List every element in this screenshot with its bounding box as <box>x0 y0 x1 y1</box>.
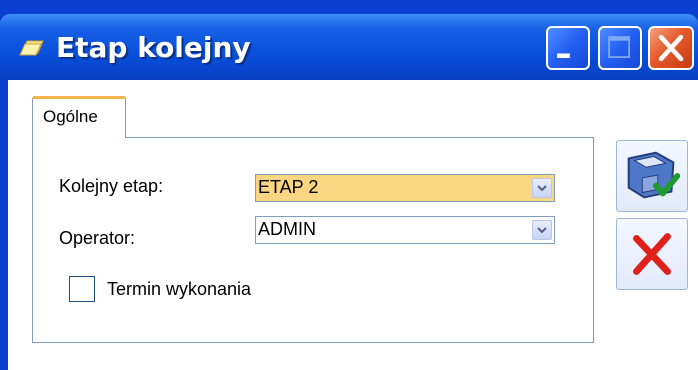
save-icon <box>627 151 681 199</box>
next-stage-combo[interactable]: ETAP 2 <box>255 174 555 202</box>
minimize-button[interactable] <box>546 26 590 70</box>
maximize-icon <box>608 36 630 58</box>
next-stage-value: ETAP 2 <box>258 177 319 197</box>
operator-combo[interactable]: ADMIN <box>255 216 555 244</box>
close-icon <box>658 34 684 62</box>
chevron-down-icon <box>537 227 547 234</box>
close-button[interactable] <box>648 26 694 70</box>
minimize-icon <box>557 53 570 58</box>
chevron-down-icon <box>537 185 547 192</box>
folder-icon <box>18 36 44 58</box>
cancel-icon <box>633 233 671 275</box>
deadline-label[interactable]: Termin wykonania <box>107 279 251 300</box>
operator-dropdown-button[interactable] <box>532 220 552 240</box>
next-stage-label: Kolejny etap: <box>59 176 164 196</box>
title-bar[interactable]: Etap kolejny <box>0 14 698 80</box>
next-stage-dropdown-button[interactable] <box>532 178 552 198</box>
deadline-checkbox[interactable] <box>69 276 95 302</box>
tab-panel-general: Kolejny etap: ETAP 2 Operator: ADMIN Ter… <box>32 137 594 343</box>
cancel-button[interactable] <box>616 218 688 290</box>
dialog-window: Etap kolejny Ogólne Kolejny etap: ETAP 2… <box>0 0 698 370</box>
dialog-client-area: Ogólne Kolejny etap: ETAP 2 Operator: AD… <box>8 80 698 370</box>
operator-label: Operator: <box>59 228 136 248</box>
operator-value: ADMIN <box>258 219 316 239</box>
tab-general[interactable]: Ogólne <box>32 96 126 138</box>
window-title: Etap kolejny <box>56 31 251 64</box>
maximize-button[interactable] <box>598 26 642 70</box>
save-button[interactable] <box>616 140 688 212</box>
tab-general-label: Ogólne <box>43 107 98 126</box>
